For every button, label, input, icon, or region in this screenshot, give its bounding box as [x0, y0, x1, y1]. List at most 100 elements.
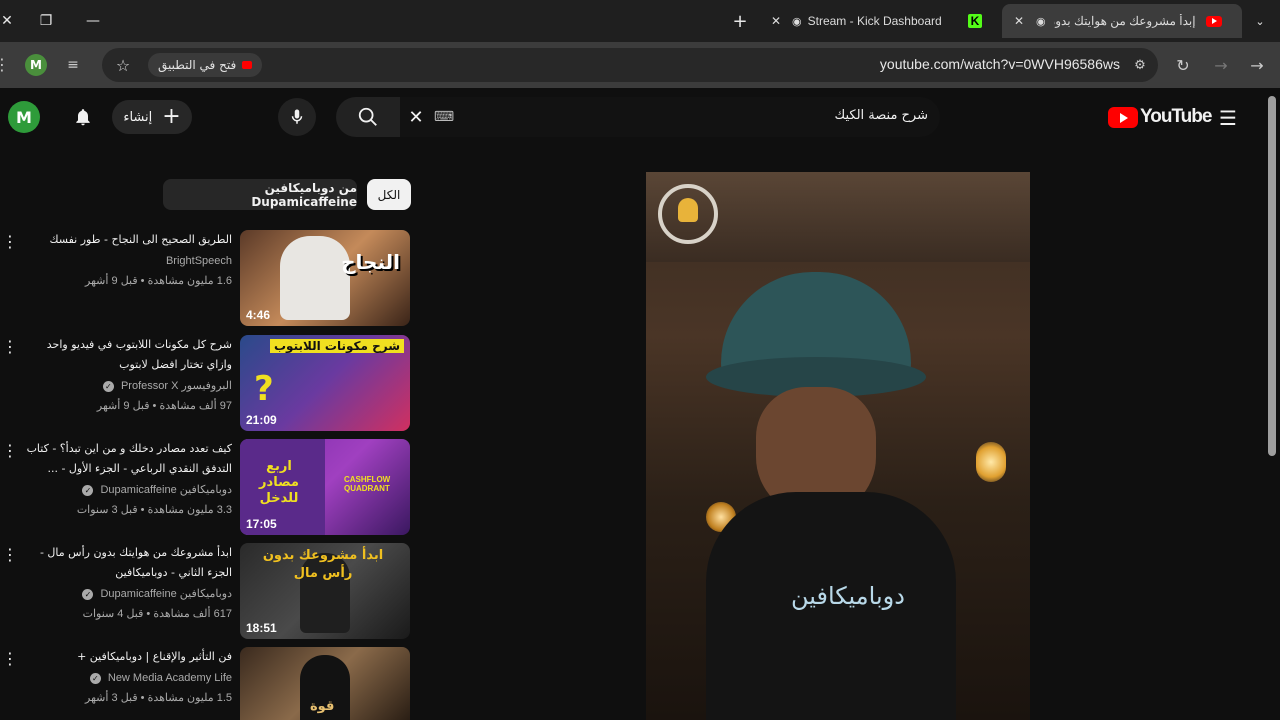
site-settings-icon[interactable]: ⚙: [1129, 54, 1151, 76]
video-stats: 1.5 مليون مشاهدة • قبل 3 أشهر: [85, 692, 232, 704]
open-in-app-label: فتح في التطبيق: [158, 58, 237, 72]
restore-window-icon[interactable]: ❐: [33, 8, 59, 34]
video-title[interactable]: ابدأ مشروعك من هوايتك بدون رأس مال -: [20, 543, 232, 563]
verified-badge-icon: ✓: [82, 485, 94, 496]
thumbnail-figure: [280, 236, 350, 320]
video-title-line2[interactable]: وازاي تختار افضل لابتوب: [20, 355, 232, 375]
video-title-line2[interactable]: التدفق النقدي الرباعي - الجزء الأول - ..…: [20, 459, 232, 479]
page-scrollbar[interactable]: [1268, 96, 1276, 456]
recommendation-item[interactable]: اربع مصادر للدخل CASHFLOW QUADRANT 17:05 …: [0, 439, 412, 537]
search-input[interactable]: ✕ ⌨ شرح منصة الكيك: [400, 97, 940, 137]
audio-icon: ◉: [1036, 15, 1046, 28]
clear-search-icon[interactable]: ✕: [404, 105, 428, 129]
forward-icon[interactable]: →: [1210, 54, 1232, 76]
channel-name[interactable]: New Media Academy Life ✓: [20, 669, 232, 687]
channel-label: دوباميكافين Dupamicaffeine: [100, 484, 232, 496]
keyboard-icon[interactable]: ⌨: [434, 107, 454, 127]
tab-kick[interactable]: K: [968, 6, 994, 36]
profile-avatar[interactable]: M: [25, 54, 47, 76]
video-duration: 17:05: [246, 517, 277, 531]
tab-youtube-active[interactable]: ✕ ◉ إبدأ مشروعك من هوايتك بدون: [1002, 4, 1242, 38]
verified-badge-icon: ✓: [102, 381, 114, 392]
browser-tab-strip: ✕ ❐ — + ✕ ◉ Stream - Kick Dashboard K ✕ …: [0, 0, 1280, 42]
hamburger-menu-icon[interactable]: ☰: [1214, 104, 1242, 132]
tab-kick-dashboard[interactable]: ✕ ◉ Stream - Kick Dashboard: [766, 6, 956, 36]
video-title-line2[interactable]: الجزء الثاني - دوباميكافين: [20, 563, 232, 583]
voice-search-mic-icon[interactable]: [278, 98, 316, 136]
bookmark-star-icon[interactable]: ☆: [112, 54, 134, 76]
notifications-bell-icon[interactable]: [68, 102, 98, 132]
recommendation-item[interactable]: شرح مكونات اللابتوب ? 21:09 شرح كل مكونا…: [0, 335, 412, 433]
more-actions-icon[interactable]: ⋮: [2, 337, 18, 356]
menu-dots-icon[interactable]: ⋮: [0, 52, 12, 76]
tab-search-chevron-icon[interactable]: ⌄: [1247, 8, 1273, 34]
video-player[interactable]: دوباميكافين: [646, 172, 1030, 720]
video-duration: 21:09: [246, 413, 277, 427]
more-actions-icon[interactable]: ⋮: [2, 232, 18, 251]
video-title[interactable]: كيف تعدد مصادر دخلك و من اين تبدأ؟ - كتا…: [20, 439, 232, 459]
chip-label: من دوباميكافين Dupamicaffeine: [251, 180, 357, 209]
video-stats: 97 ألف مشاهدة • قبل 9 أشهر: [96, 400, 232, 412]
tab-title: إبدأ مشروعك من هوايتك بدون: [1053, 14, 1196, 28]
new-tab-button[interactable]: +: [727, 8, 753, 34]
more-actions-icon[interactable]: ⋮: [2, 441, 18, 460]
chip-all[interactable]: الكل: [367, 179, 411, 210]
close-tab-icon[interactable]: ✕: [766, 14, 786, 28]
thumbnail-text: النجاح: [341, 250, 400, 274]
youtube-wordmark: YouTube: [1140, 106, 1212, 127]
shirt-text: دوباميكافين: [791, 582, 905, 610]
more-actions-icon[interactable]: ⋮: [2, 545, 18, 564]
recommendation-item[interactable]: ابدأ مشروعك بدون رأس مال 18:51 ابدأ مشرو…: [0, 543, 412, 641]
reload-icon[interactable]: ↻: [1172, 54, 1194, 76]
video-stats: 1.6 مليون مشاهدة • قبل 9 أشهر: [85, 275, 232, 287]
reading-list-icon[interactable]: ≡: [62, 54, 84, 76]
video-title[interactable]: فن التأثير والإقناع | دوباميكافين +: [20, 647, 232, 667]
channel-name[interactable]: دوباميكافين Dupamicaffeine ✓: [20, 481, 232, 499]
search-query-text: شرح منصة الكيك: [834, 108, 928, 123]
kick-icon: K: [968, 14, 982, 28]
recommendation-item[interactable]: قوة فن التأثير والإقناع | دوباميكافين + …: [0, 647, 412, 720]
channel-label: New Media Academy Life: [107, 672, 232, 684]
channel-name[interactable]: البروفيسور Professor X ✓: [20, 377, 232, 395]
recommendation-item[interactable]: النجاح 4:46 الطريق الصحيح الى النجاح - ط…: [0, 230, 412, 328]
video-thumbnail[interactable]: قوة: [240, 647, 410, 720]
video-title[interactable]: شرح كل مكونات اللابتوب في فيديو واحد: [20, 335, 232, 355]
open-in-app-button[interactable]: فتح في التطبيق: [148, 53, 263, 77]
chip-from-channel[interactable]: من دوباميكافين Dupamicaffeine: [163, 179, 357, 210]
video-title[interactable]: الطريق الصحيح الى النجاح - طور نفسك: [20, 230, 232, 250]
video-thumbnail[interactable]: اربع مصادر للدخل CASHFLOW QUADRANT 17:05: [240, 439, 410, 535]
thumbnail-text: قوة: [310, 699, 335, 714]
video-thumbnail[interactable]: ابدأ مشروعك بدون رأس مال 18:51: [240, 543, 410, 639]
thumbnail-text: شرح مكونات اللابتوب: [270, 339, 404, 353]
thumbnail-text: ابدأ مشروعك بدون رأس مال: [262, 548, 384, 581]
chip-label: الكل: [377, 187, 401, 202]
video-thumbnail[interactable]: النجاح 4:46: [240, 230, 410, 326]
search-button[interactable]: [336, 97, 400, 137]
more-actions-icon[interactable]: ⋮: [2, 649, 18, 668]
verified-badge-icon: ✓: [89, 673, 101, 684]
account-avatar[interactable]: M: [8, 101, 40, 133]
video-thumbnail[interactable]: شرح مكونات اللابتوب ? 21:09: [240, 335, 410, 431]
video-stats: 617 ألف مشاهدة • قبل 4 سنوات: [82, 608, 232, 620]
youtube-play-logo-icon: [1108, 106, 1138, 128]
youtube-logo[interactable]: YouTube: [1108, 106, 1212, 128]
video-stats: 3.3 مليون مشاهدة • قبل 3 سنوات: [76, 504, 232, 516]
audio-icon: ◉: [792, 15, 802, 28]
tab-title: Stream - Kick Dashboard: [807, 14, 942, 28]
channel-label: البروفيسور Professor X: [120, 380, 232, 392]
back-icon[interactable]: →: [1246, 54, 1268, 76]
channel-name[interactable]: دوباميكافين Dupamicaffeine ✓: [20, 585, 232, 603]
video-duration: 18:51: [246, 621, 277, 635]
video-duration: 4:46: [246, 308, 271, 322]
lamp-glow: [976, 442, 1006, 482]
youtube-app-icon: [242, 61, 253, 69]
create-button[interactable]: إنشاء +: [112, 100, 192, 134]
channel-watermark-logo: [658, 184, 718, 244]
youtube-favicon-icon: [1205, 15, 1222, 27]
channel-name[interactable]: BrightSpeech: [20, 252, 232, 270]
channel-label: دوباميكافين Dupamicaffeine: [100, 588, 232, 600]
close-window-icon[interactable]: ✕: [0, 8, 20, 34]
close-tab-icon[interactable]: ✕: [1008, 14, 1030, 28]
minimize-window-icon[interactable]: —: [80, 8, 106, 34]
thumbnail-question-mark: ?: [254, 369, 274, 409]
